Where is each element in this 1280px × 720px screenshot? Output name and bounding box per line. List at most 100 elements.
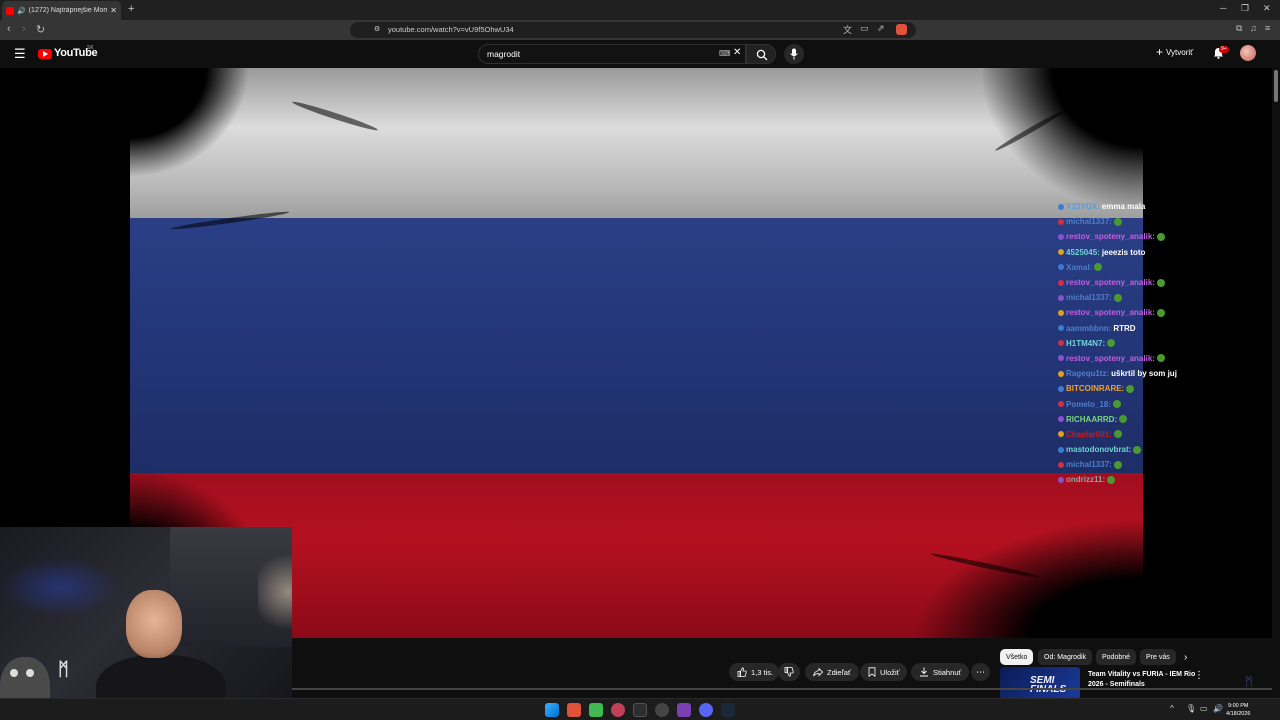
download-icon — [920, 667, 928, 677]
share-page-icon[interactable]: ⇗ — [877, 23, 885, 34]
voice-search-button[interactable] — [784, 44, 804, 64]
chat-username: restov_spoteny_analik: — [1066, 353, 1155, 363]
back-icon[interactable]: ‹ — [7, 23, 11, 35]
brave-shields-icon[interactable] — [896, 24, 907, 35]
chevron-right-icon[interactable]: › — [1184, 652, 1187, 663]
chat-emote-icon — [1126, 384, 1135, 393]
tab-close-icon[interactable]: ✕ — [110, 6, 117, 15]
green-app-icon[interactable] — [589, 703, 603, 717]
volume-icon[interactable]: 🔊 — [1213, 704, 1223, 713]
keyboard-icon[interactable]: ⌨ — [719, 49, 731, 58]
chat-badge-icon — [1058, 461, 1064, 468]
recommendation-title[interactable]: Team Vitality vs FURIA - IEM Rio 2026 - … — [1088, 670, 1198, 690]
url-text[interactable]: youtube.com/watch?v=vU9f5OhwU34 — [388, 25, 514, 34]
browser-tab-bar: 🔊 (1272) Najtrápnejšie Momen ✕ + ─ ❐ ✕ — [0, 0, 1280, 20]
youtube-logo-icon[interactable] — [38, 49, 52, 59]
window-close-icon[interactable]: ✕ — [1263, 3, 1271, 14]
recommendation-menu-icon[interactable]: ⋮ — [1194, 670, 1204, 681]
search-input[interactable]: magrodit ⌨ ✕ — [478, 44, 746, 64]
chip-for-you[interactable]: Pre vás — [1140, 649, 1176, 665]
chat-badge-icon — [1058, 309, 1064, 316]
notification-count-badge: 9+ — [1219, 46, 1229, 53]
microphone-tray-icon[interactable]: 🎙 — [1186, 704, 1196, 713]
download-button[interactable]: Stiahnuť — [911, 663, 970, 681]
address-bar[interactable]: youtube.com/watch?v=vU9f5OhwU34 — [350, 22, 916, 38]
extensions-icon[interactable]: ⧉ — [1236, 23, 1242, 34]
chat-username: Chaplar001: — [1066, 429, 1112, 439]
discord-app-icon[interactable] — [699, 703, 713, 717]
menu-icon[interactable]: ☰ — [14, 46, 26, 62]
reload-icon[interactable]: ↻ — [36, 23, 45, 36]
page-scrollbar[interactable] — [1272, 68, 1280, 698]
chat-badge-icon — [1058, 340, 1064, 347]
chat-username: michal1337: — [1066, 293, 1112, 303]
taskbar-clock[interactable]: 9:00 PM 4/18/2026 — [1226, 702, 1250, 718]
brave-browser-icon[interactable] — [567, 703, 581, 717]
chat-username: H1TM4N7: — [1066, 338, 1106, 348]
chat-badge-icon — [1058, 355, 1064, 362]
windows-taskbar: ^ 🎙 ▭ 🔊 9:00 PM 4/18/2026 — [0, 698, 1280, 720]
more-icon: ⋯ — [976, 666, 985, 677]
search-icon — [756, 49, 768, 61]
video-progress-bar[interactable] — [292, 688, 1272, 690]
steam-app-icon[interactable] — [721, 703, 735, 717]
chat-emote-icon — [1113, 217, 1122, 226]
media-control-icon[interactable]: ♫ — [1250, 23, 1257, 33]
chip-all[interactable]: Všetko — [1000, 649, 1034, 665]
chat-emote-icon — [1112, 400, 1121, 409]
chat-emote-icon — [1107, 475, 1116, 484]
cast-icon[interactable]: ▭ — [860, 23, 869, 34]
chip-related[interactable]: Podobné — [1096, 649, 1137, 665]
chat-text: jeeezis toto — [1101, 247, 1146, 257]
chat-badge-icon — [1058, 370, 1064, 377]
like-button[interactable]: 1,3 tis. — [729, 663, 780, 681]
chat-emote-icon — [1156, 308, 1165, 317]
recommendation-thumbnail[interactable]: SEMI FINALS — [1000, 667, 1080, 699]
scrollbar-thumb[interactable] — [1274, 70, 1278, 102]
search-button[interactable] — [746, 44, 776, 64]
channel-watermark-icon[interactable]: ᛗ — [1245, 674, 1253, 689]
chip-from-magrodik[interactable]: Od: Magrodik — [1038, 649, 1093, 665]
chat-message: BITCOINRARE: — [1058, 381, 1258, 396]
translate-icon[interactable]: 文 — [843, 23, 852, 36]
thumbnail-text: SEMI FINALS — [1030, 675, 1066, 695]
new-tab-icon[interactable]: + — [128, 3, 134, 15]
tray-overflow-icon[interactable]: ^ — [1170, 704, 1174, 713]
browser-tab[interactable]: 🔊 (1272) Najtrápnejšie Momen ✕ — [2, 1, 121, 20]
minimize-icon[interactable]: ─ — [1220, 3, 1226, 13]
chat-emote-icon — [1156, 278, 1165, 287]
create-button[interactable]: + Vytvoriť — [1156, 46, 1193, 58]
audio-playing-icon[interactable]: 🔊 — [17, 7, 26, 15]
more-actions-button[interactable]: ⋯ — [971, 663, 990, 681]
share-label: Zdieľať — [827, 667, 851, 677]
obs-app-icon[interactable] — [677, 703, 691, 717]
chat-message: mastodonovbrat: — [1058, 442, 1258, 457]
forward-icon[interactable]: › — [22, 23, 26, 35]
chat-badge-icon — [1058, 401, 1064, 408]
xbox-app-icon[interactable] — [633, 703, 647, 717]
clock-date: 4/18/2026 — [1226, 711, 1251, 717]
network-icon[interactable]: ▭ — [1200, 704, 1208, 713]
chat-badge-icon — [1058, 249, 1064, 256]
chat-message: Chaplar001: — [1058, 427, 1258, 442]
maximize-icon[interactable]: ❐ — [1241, 3, 1249, 14]
github-app-icon[interactable] — [655, 703, 669, 717]
share-icon — [813, 667, 823, 677]
maps-app-icon[interactable] — [611, 703, 625, 717]
chat-message: ondrizz11: — [1058, 472, 1258, 487]
chat-badge-icon — [1058, 233, 1064, 240]
windows-start-icon[interactable] — [545, 703, 559, 717]
browser-menu-icon[interactable]: ≡ — [1265, 23, 1270, 33]
search-value[interactable]: magrodit — [487, 49, 520, 59]
chat-badge-icon — [1058, 294, 1064, 301]
share-button[interactable]: Zdieľať — [805, 663, 859, 681]
account-avatar[interactable] — [1240, 45, 1256, 61]
chat-text: RTRD — [1113, 323, 1136, 333]
dislike-button[interactable] — [778, 663, 800, 681]
save-button[interactable]: Uložiť — [860, 663, 908, 681]
chat-emote-icon — [1107, 339, 1116, 348]
chat-message: restov_spoteny_analik: — [1058, 229, 1258, 244]
clear-search-icon[interactable]: ✕ — [733, 47, 741, 58]
site-settings-icon[interactable]: ⚙ — [374, 25, 380, 33]
chat-badge-icon — [1058, 325, 1064, 332]
